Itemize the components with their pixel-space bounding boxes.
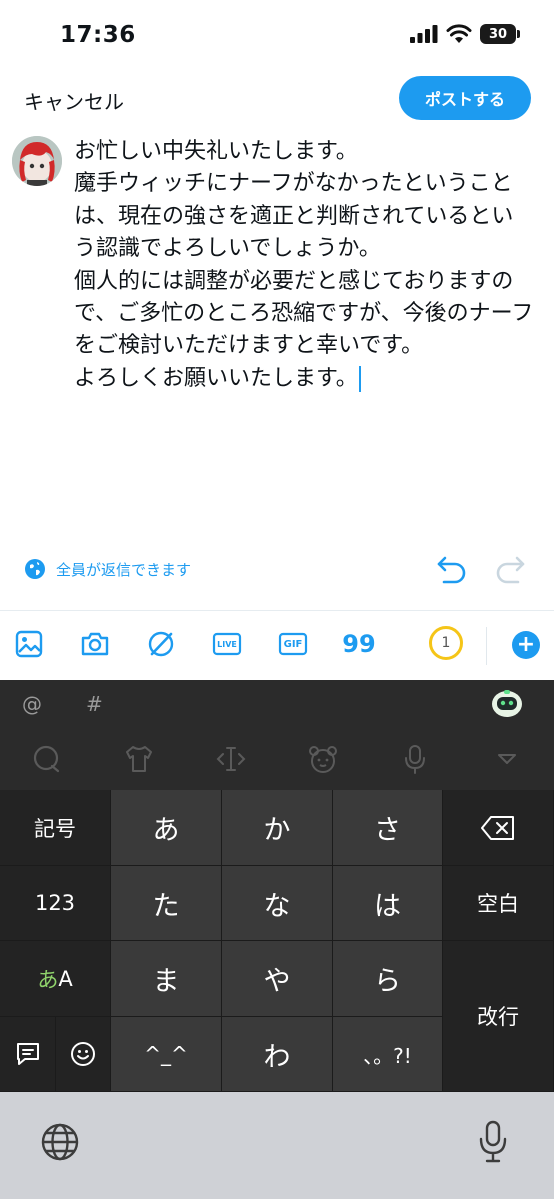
toolbar-divider xyxy=(486,627,487,665)
key-ma[interactable]: ま xyxy=(111,941,222,1017)
text-caret xyxy=(358,365,361,392)
backspace-icon xyxy=(481,815,514,840)
reply-setting-label: 全員が返信できます xyxy=(56,560,192,579)
key-sa[interactable]: さ xyxy=(333,790,443,866)
punctuation-key[interactable]: 、。?! xyxy=(333,1017,443,1092)
status-bar: 17:36 30 xyxy=(0,0,554,70)
reply-setting[interactable]: 全員が返信できます xyxy=(24,558,191,580)
symbols-key[interactable]: 記号 xyxy=(0,790,111,866)
at-key[interactable]: @ xyxy=(22,692,42,716)
alpha-label: A xyxy=(58,966,73,991)
voice-input-icon[interactable] xyxy=(398,742,432,776)
collapse-keyboard-icon[interactable] xyxy=(490,742,524,776)
camera-icon[interactable] xyxy=(80,629,110,659)
keyboard-system-bar xyxy=(0,1092,554,1199)
key-a[interactable]: あ xyxy=(111,790,222,866)
space-key[interactable]: 空白 xyxy=(443,866,554,941)
live-label: LIVE xyxy=(217,639,237,649)
key-ta[interactable]: た xyxy=(111,866,222,941)
globe-icon xyxy=(25,559,45,579)
backspace-key[interactable] xyxy=(443,790,554,866)
battery-level: 30 xyxy=(488,26,508,42)
keyboard-suggestion-bar: @ # xyxy=(0,680,554,728)
keyboard-mascot-icon[interactable] xyxy=(490,688,524,718)
key-ya[interactable]: や xyxy=(222,941,333,1017)
chat-bubble-icon xyxy=(16,1043,39,1065)
quote-icon[interactable]: 99 xyxy=(342,629,375,659)
post-button[interactable]: ポストする xyxy=(399,76,531,120)
compose-header: キャンセル ポストする xyxy=(0,70,554,126)
hash-key[interactable]: # xyxy=(86,692,103,716)
undo-icon[interactable] xyxy=(436,554,468,584)
numbers-key[interactable]: 123 xyxy=(0,866,111,941)
compose-toolbar: LIVE GIF 99 1 + xyxy=(0,610,554,680)
key-na[interactable]: な xyxy=(222,866,333,941)
gif-label: GIF xyxy=(283,638,303,650)
gif-icon[interactable]: GIF xyxy=(278,629,308,659)
kana-alpha-toggle-key[interactable]: あA xyxy=(0,941,111,1017)
keyboard-tools-bar xyxy=(0,728,554,790)
avatar xyxy=(12,136,62,186)
smiley-icon xyxy=(71,1042,95,1066)
shirt-icon[interactable] xyxy=(122,742,156,776)
memo-key[interactable] xyxy=(0,1017,56,1092)
add-post-button[interactable]: + xyxy=(512,631,540,659)
kana-label: あ xyxy=(37,967,59,992)
kaomoji-key[interactable]: ^_^ xyxy=(111,1017,222,1092)
character-counter: 1 xyxy=(429,626,463,660)
signal-icon xyxy=(410,25,438,43)
redo-icon[interactable] xyxy=(494,554,526,584)
compose-text-content: お忙しい中失礼いたします。 魔手ウィッチにナーフがなかったということは、現在の強… xyxy=(74,139,534,391)
emoji-bear-icon[interactable] xyxy=(306,742,340,776)
search-icon[interactable] xyxy=(30,742,64,776)
compose-textarea[interactable]: お忙しい中失礼いたします。 魔手ウィッチにナーフがなかったということは、現在の強… xyxy=(74,136,534,395)
key-ra[interactable]: ら xyxy=(333,941,443,1017)
keyboard: @ # 記号 あ か さ 123 た な は 空白 あ A ま や ら 改行 ^… xyxy=(0,680,554,1092)
live-icon[interactable]: LIVE xyxy=(212,629,242,659)
wifi-icon xyxy=(446,24,472,43)
key-wa[interactable]: わ xyxy=(222,1017,333,1092)
enter-key[interactable]: 改行 xyxy=(443,941,554,1092)
battery-indicator: 30 xyxy=(480,24,520,44)
emoji-key[interactable] xyxy=(56,1017,111,1092)
cancel-button[interactable]: キャンセル xyxy=(24,86,124,115)
status-time: 17:36 xyxy=(60,22,136,48)
cursor-move-icon[interactable] xyxy=(214,742,248,776)
key-ka[interactable]: か xyxy=(222,790,333,866)
globe-keyboard-switch-icon[interactable] xyxy=(40,1122,80,1162)
status-icons: 30 xyxy=(410,24,520,44)
key-ha[interactable]: は xyxy=(333,866,443,941)
grok-icon[interactable] xyxy=(146,629,176,659)
image-icon[interactable] xyxy=(14,629,44,659)
dictation-mic-icon[interactable] xyxy=(478,1120,508,1164)
